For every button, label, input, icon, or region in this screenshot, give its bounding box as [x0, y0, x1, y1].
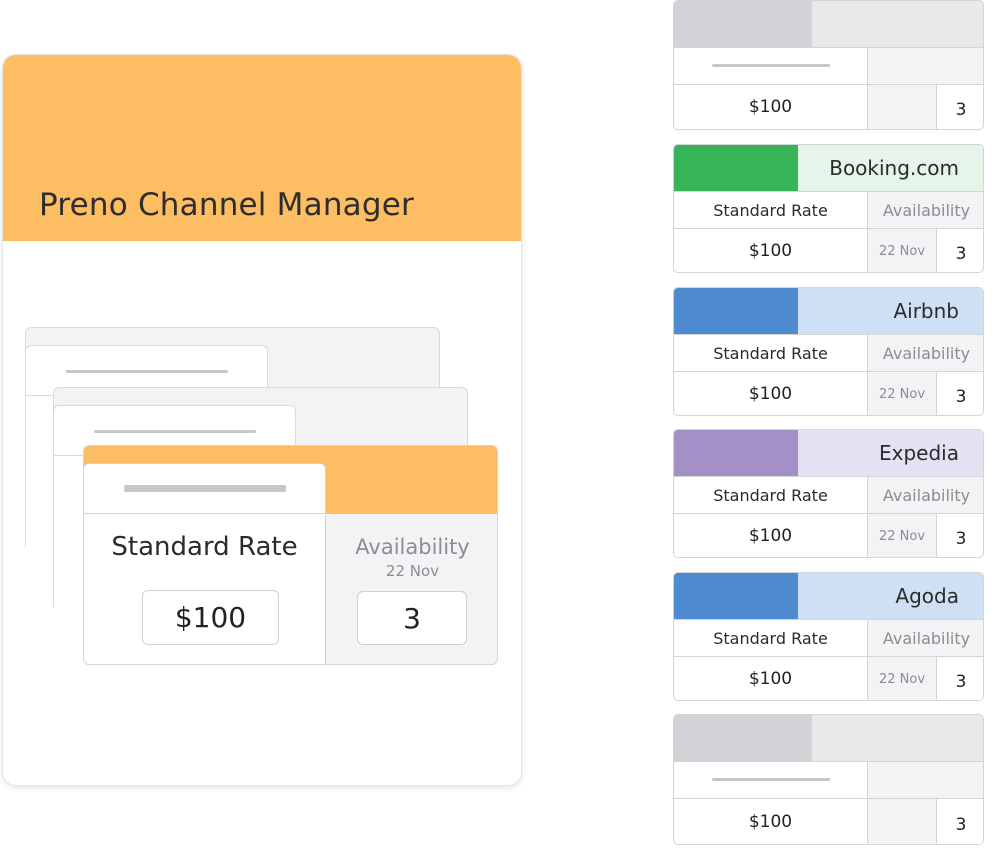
- channel-qty: 3: [955, 529, 967, 549]
- rate-label: Standard Rate: [674, 620, 868, 656]
- availability-label: Availability: [355, 535, 470, 559]
- channel-price: $100: [674, 657, 868, 700]
- divider: [83, 513, 326, 514]
- channel-card-placeholder: $100 3: [673, 0, 984, 130]
- channel-value-row: $100 22 Nov 3: [674, 513, 983, 557]
- channel-value-row: $100 22 Nov 3: [674, 656, 983, 700]
- channel-color-block: [674, 145, 798, 191]
- channel-price: $100: [674, 85, 868, 129]
- channel-qty: 3: [955, 244, 967, 264]
- channel-label-row: Standard Rate Availability: [674, 476, 983, 513]
- availability-label: Availability: [868, 477, 983, 513]
- channel-color-block: [674, 573, 798, 619]
- availability-input[interactable]: 3: [357, 591, 467, 645]
- channel-price: $100: [674, 372, 868, 415]
- channel-card-agoda: Agoda Standard Rate Availability $100 22…: [673, 572, 984, 701]
- channel-card-placeholder: $100 3: [673, 714, 984, 845]
- standard-rate-column: Standard Rate $100: [84, 514, 326, 664]
- placeholder-line: [712, 778, 830, 781]
- rate-label: Standard Rate: [674, 477, 868, 513]
- rate-label: Standard Rate: [674, 335, 868, 371]
- channel-price: $100: [674, 514, 868, 557]
- channel-price: $100: [674, 799, 868, 844]
- availability-label-cell: [868, 762, 983, 798]
- channel-value-row: $100 22 Nov 3: [674, 371, 983, 415]
- channel-qty: 3: [955, 815, 967, 835]
- channel-color-block: [674, 430, 798, 476]
- channel-color-block: [674, 288, 798, 334]
- channel-date-cell: [868, 85, 937, 129]
- channel-card-airbnb: Airbnb Standard Rate Availability $100 2…: [673, 287, 984, 416]
- availability-label-cell: [868, 48, 983, 84]
- channel-qty: 3: [955, 387, 967, 407]
- channel-value-row: $100 3: [674, 84, 983, 129]
- rate-label-cell: [674, 762, 868, 798]
- channel-label-row: [674, 761, 983, 798]
- channel-date: 22 Nov: [868, 229, 937, 272]
- channel-value-row: $100 22 Nov 3: [674, 228, 983, 272]
- channel-qty: 3: [955, 672, 967, 692]
- rate-editor-tab: [83, 463, 326, 514]
- channel-qty: 3: [955, 100, 967, 120]
- channel-card-expedia: Expedia Standard Rate Availability $100 …: [673, 429, 984, 558]
- placeholder-line: [66, 370, 228, 373]
- channel-name-block: [812, 1, 983, 47]
- placeholder-line: [712, 64, 830, 67]
- placeholder-line: [124, 485, 286, 492]
- channel-name: Airbnb: [893, 299, 959, 323]
- channel-date: 22 Nov: [868, 657, 937, 700]
- channel-value-row: $100 3: [674, 798, 983, 844]
- channel-label-row: Standard Rate Availability: [674, 334, 983, 371]
- availability-date: 22 Nov: [385, 562, 440, 580]
- app-title: Preno Channel Manager: [39, 187, 414, 223]
- channel-name: Expedia: [879, 441, 959, 465]
- channel-price: $100: [674, 229, 868, 272]
- channel-color-block: [674, 1, 812, 47]
- availability-column: Availability 22 Nov 3: [326, 514, 497, 664]
- channel-name-block: [812, 715, 983, 761]
- channel-name: Agoda: [895, 584, 959, 608]
- channel-date: 22 Nov: [868, 372, 937, 415]
- rate-label-cell: [674, 48, 868, 84]
- channel-label-row: Standard Rate Availability: [674, 619, 983, 656]
- availability-label: Availability: [868, 620, 983, 656]
- channel-date-cell: [868, 799, 937, 844]
- channel-card-booking: Booking.com Standard Rate Availability $…: [673, 144, 984, 273]
- placeholder-line: [94, 430, 256, 433]
- standard-rate-label: Standard Rate: [111, 532, 298, 562]
- channel-color-block: [674, 715, 812, 761]
- channel-label-row: Standard Rate Availability: [674, 191, 983, 228]
- availability-label: Availability: [868, 192, 983, 228]
- channel-label-row: [674, 47, 983, 84]
- rate-label: Standard Rate: [674, 192, 868, 228]
- channel-date: 22 Nov: [868, 514, 937, 557]
- availability-label: Availability: [868, 335, 983, 371]
- standard-rate-input[interactable]: $100: [142, 590, 279, 645]
- channel-name: Booking.com: [829, 156, 959, 180]
